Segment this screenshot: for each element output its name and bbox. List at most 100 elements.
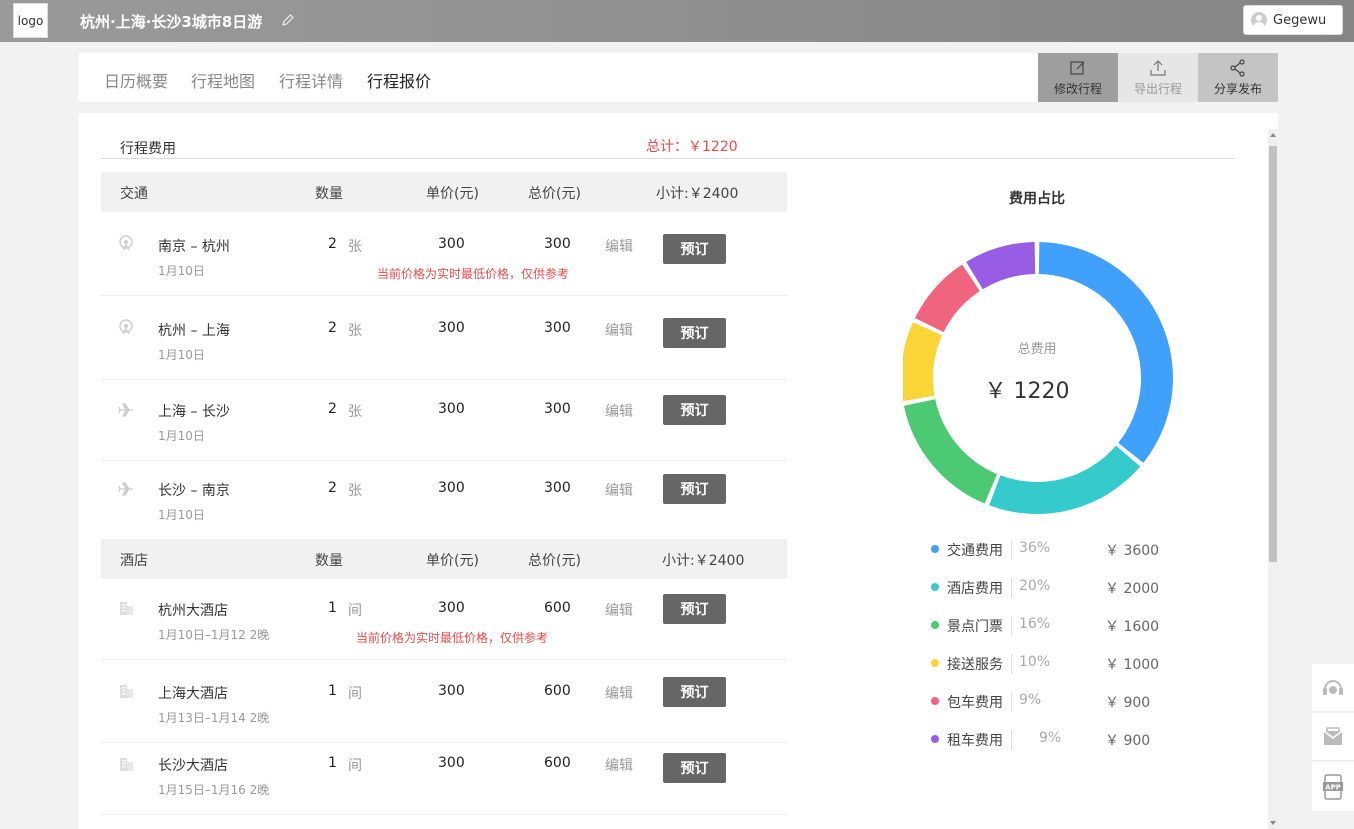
edit-link[interactable]: 编辑	[605, 480, 633, 500]
book-button[interactable]: 预订	[663, 318, 726, 348]
route-name: 杭州 – 上海	[158, 323, 230, 339]
quantity: 2	[328, 236, 337, 252]
donut-slice-2	[903, 399, 998, 504]
plane-icon	[118, 403, 133, 417]
train-icon	[119, 319, 133, 335]
message-button[interactable]	[1312, 713, 1354, 761]
legend-percent: 36%	[1019, 540, 1051, 556]
legend-item: 包车费用 9% ￥ 900	[930, 692, 1170, 712]
quantity-unit: 间	[348, 603, 362, 619]
total-price: 300	[544, 320, 571, 336]
legend-label: 租车费用	[947, 733, 1003, 749]
legend-item: 酒店费用 20% ￥ 2000	[930, 578, 1170, 598]
vertical-scrollbar[interactable]	[1268, 129, 1278, 829]
route-name: 南京 – 杭州	[158, 239, 230, 255]
customer-support-button[interactable]	[1312, 664, 1354, 712]
trip-cost-header: 行程费用 总计：￥1220	[101, 124, 1236, 159]
route-date: 1月10日	[158, 429, 205, 443]
share-publish-label: 分享发布	[1213, 81, 1262, 96]
col-total-price: 总价(元)	[528, 553, 581, 569]
book-button[interactable]: 预订	[663, 594, 726, 624]
hotel-section-header: 酒店 数量 单价(元) 总价(元) 小计:￥2400	[101, 539, 787, 579]
pencil-icon[interactable]	[281, 13, 295, 27]
legend-amount: ￥ 1600	[1105, 619, 1160, 635]
edit-link[interactable]: 编辑	[605, 320, 633, 340]
export-trip-label: 导出行程	[1133, 81, 1182, 96]
book-button[interactable]: 预订	[663, 234, 726, 264]
total-price: 300	[544, 236, 571, 252]
legend-item: 接送服务 10% ￥ 1000	[930, 654, 1170, 674]
tab-trip-quote[interactable]: 行程报价	[367, 68, 431, 92]
legend-divider	[1011, 578, 1012, 598]
route-name: 上海 – 长沙	[158, 404, 230, 420]
table-row: 长沙 – 南京 1月10日 2 张 300 300 编辑 预订	[101, 461, 787, 539]
hotel-name: 长沙大酒店	[158, 758, 228, 774]
edit-link[interactable]: 编辑	[605, 401, 633, 421]
quantity: 2	[328, 401, 337, 417]
action-toolbar: 修改行程 导出行程 分享发布	[1038, 53, 1278, 102]
app-download-button[interactable]: APP	[1312, 762, 1354, 812]
unit-price: 300	[438, 320, 465, 336]
legend-label: 酒店费用	[947, 581, 1003, 597]
edit-link[interactable]: 编辑	[605, 236, 633, 256]
unit-price: 300	[438, 236, 465, 252]
route-date: 1月10日	[158, 348, 205, 362]
legend-item: 景点门票 16% ￥ 1600	[930, 616, 1170, 636]
quantity: 2	[328, 320, 337, 336]
total-cost-value: ￥ 1220	[985, 379, 1070, 404]
export-trip-button[interactable]: 导出行程	[1118, 53, 1198, 102]
edit-trip-button[interactable]: 修改行程	[1038, 53, 1118, 102]
trip-title: 杭州·上海·长沙3城市8日游	[80, 13, 263, 31]
train-icon	[119, 235, 133, 251]
hotel-name: 上海大酒店	[158, 686, 228, 702]
route-date: 1月10日	[158, 508, 205, 522]
legend-percent: 10%	[1019, 654, 1051, 670]
edit-link[interactable]: 编辑	[605, 600, 633, 620]
scrollbar-thumb[interactable]	[1269, 146, 1277, 562]
legend-amount: ￥ 900	[1105, 695, 1151, 711]
share-publish-button[interactable]: 分享发布	[1198, 53, 1278, 102]
quantity-unit: 张	[348, 323, 362, 339]
col-unit-price: 单价(元)	[426, 186, 479, 202]
edit-link[interactable]: 编辑	[605, 683, 633, 703]
total-price: 600	[544, 755, 571, 771]
book-button[interactable]: 预订	[663, 474, 726, 504]
total-price: 300	[544, 480, 571, 496]
book-button[interactable]: 预订	[663, 753, 726, 783]
scroll-up-arrow[interactable]	[1270, 133, 1276, 137]
legend-label: 交通费用	[947, 543, 1003, 559]
donut-slice-3	[903, 322, 943, 402]
quote-panel: 行程费用 总计：￥1220 交通 数量 单价(元) 总价(元) 小计:￥2400…	[78, 113, 1278, 829]
quantity: 2	[328, 480, 337, 496]
total-price: 600	[544, 600, 571, 616]
user-menu-button[interactable]: Gegewu	[1243, 5, 1343, 35]
hotel-name: 杭州大酒店	[158, 603, 228, 619]
unit-price: 300	[438, 683, 465, 699]
legend-percent: 16%	[1019, 616, 1051, 632]
legend-label: 包车费用	[947, 695, 1003, 711]
table-row: 上海 – 长沙 1月10日 2 张 300 300 编辑 预订	[101, 380, 787, 461]
edit-icon	[1070, 60, 1085, 75]
table-row: 南京 – 杭州 1月10日 2 张 300 300 编辑 预订 当前价格为实时最…	[101, 212, 787, 296]
edit-link[interactable]: 编辑	[605, 755, 633, 775]
legend-dot	[931, 697, 939, 705]
scroll-down-arrow[interactable]	[1270, 821, 1276, 825]
legend-percent: 9%	[1039, 730, 1062, 746]
donut-slice-5	[966, 242, 1036, 290]
legend-amount: ￥ 1000	[1105, 657, 1160, 673]
transport-subtotal: 小计:￥2400	[656, 186, 739, 202]
total-price: 300	[544, 401, 571, 417]
col-total-price: 总价(元)	[528, 186, 581, 202]
book-button[interactable]: 预订	[663, 677, 726, 707]
hotel-icon	[120, 602, 133, 615]
tab-trip-map[interactable]: 行程地图	[191, 68, 255, 92]
logo[interactable]: logo	[13, 3, 48, 38]
hotel-icon	[120, 758, 133, 771]
book-button[interactable]: 预订	[663, 395, 726, 425]
route-date: 1月10日	[158, 264, 205, 278]
tab-calendar-overview[interactable]: 日历概要	[104, 68, 168, 92]
donut-slice-0	[1038, 242, 1173, 463]
col-transport: 交通	[120, 186, 148, 202]
unit-price: 300	[438, 401, 465, 417]
tab-trip-details[interactable]: 行程详情	[279, 68, 343, 92]
